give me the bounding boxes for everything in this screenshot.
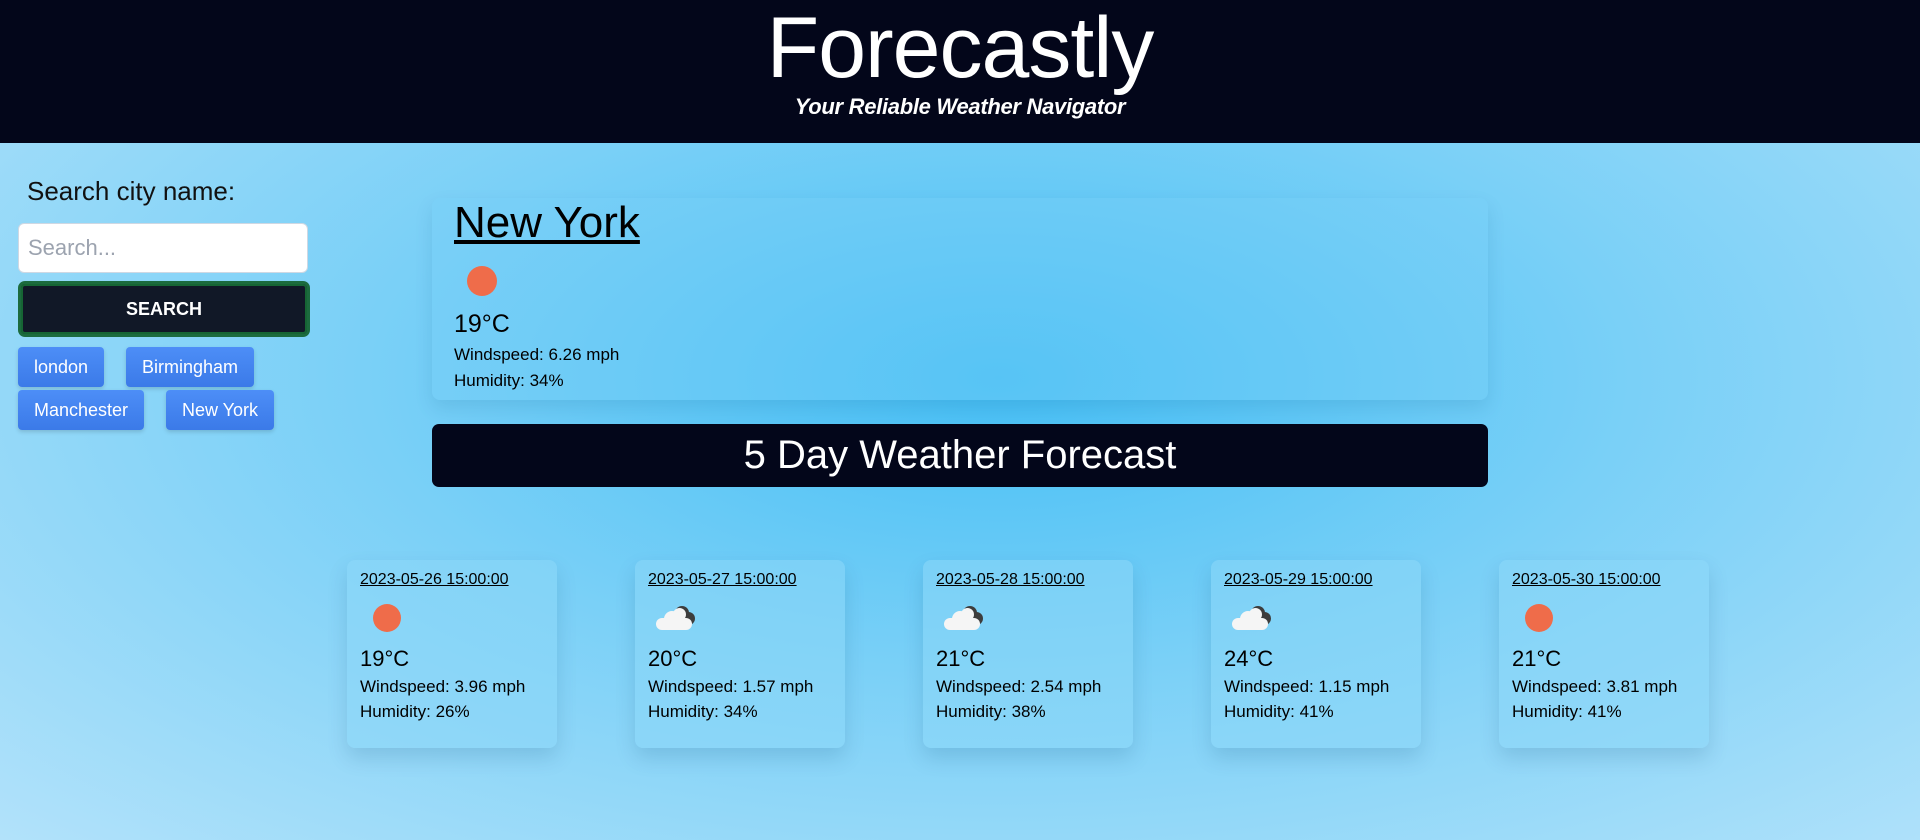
forecast-card: 2023-05-29 15:00:00 24°C Windspeed: 1.15… [1211,560,1421,748]
forecast-temperature: 20°C [648,646,698,671]
forecast-temperature: 21°C [936,646,986,671]
forecast-icon-slot [1525,604,1696,634]
sun-icon [373,604,401,632]
forecast-card: 2023-05-28 15:00:00 21°C Windspeed: 2.54… [923,560,1133,748]
forecast-date: 2023-05-29 15:00:00 [1224,571,1373,588]
forecast-card: 2023-05-26 15:00:00 19°C Windspeed: 3.96… [347,560,557,748]
forecast-humidity: Humidity: 41% [1512,702,1622,721]
forecast-icon-slot [373,604,544,634]
forecast-date: 2023-05-27 15:00:00 [648,571,797,588]
forecast-card: 2023-05-27 15:00:00 20°C Windspeed: 1.57… [635,560,845,748]
app-subtitle: Your Reliable Weather Navigator [794,94,1126,119]
cloud-icon [943,604,983,632]
forecast-temperature: 21°C [1512,646,1562,671]
sun-icon [1525,604,1553,632]
forecast-date: 2023-05-28 15:00:00 [936,571,1085,588]
forecast-windspeed: Windspeed: 3.81 mph [1512,677,1678,696]
history-button-new-york[interactable]: New York [166,390,275,430]
forecast-card: 2023-05-30 15:00:00 21°C Windspeed: 3.81… [1499,560,1709,748]
current-humidity: Humidity: 34% [454,370,564,390]
search-label: Search city name: [27,176,236,206]
forecast-windspeed: Windspeed: 1.15 mph [1224,677,1390,696]
forecast-humidity: Humidity: 26% [360,702,470,721]
forecast-humidity: Humidity: 41% [1224,702,1334,721]
history-button-london[interactable]: london [18,347,105,387]
forecast-windspeed: Windspeed: 2.54 mph [936,677,1102,696]
forecast-icon-slot [944,604,1120,634]
forecast-temperature: 24°C [1224,646,1274,671]
search-sidebar: Search city name: SEARCH london Birmingh… [18,176,310,437]
history-button-manchester[interactable]: Manchester [18,390,145,430]
forecast-heading: 5 Day Weather Forecast [432,424,1488,487]
forecast-temperature: 19°C [360,646,410,671]
site-header: Forecastly Your Reliable Weather Navigat… [0,0,1920,143]
forecast-humidity: Humidity: 38% [936,702,1046,721]
search-button[interactable]: SEARCH [18,281,310,337]
forecast-date: 2023-05-30 15:00:00 [1512,571,1661,588]
cloud-icon [1231,604,1271,632]
current-city-name: New York [454,198,640,247]
current-weather-card: New York 19°C Windspeed: 6.26 mph Humidi… [432,198,1488,400]
history-button-birmingham[interactable]: Birmingham [126,347,255,387]
forecast-windspeed: Windspeed: 3.96 mph [360,677,526,696]
forecast-icon-slot [1232,604,1408,634]
sun-icon [467,265,497,296]
search-history: london Birmingham Manchester New York [18,347,310,437]
forecast-windspeed: Windspeed: 1.57 mph [648,677,814,696]
current-temperature: 19°C [454,309,510,338]
search-input[interactable] [18,223,308,273]
current-windspeed: Windspeed: 6.26 mph [454,344,620,364]
forecast-humidity: Humidity: 34% [648,702,758,721]
cloud-icon [655,604,695,632]
forecast-date: 2023-05-26 15:00:00 [360,571,509,588]
forecast-icon-slot [656,604,832,634]
app-title: Forecastly [766,0,1155,96]
